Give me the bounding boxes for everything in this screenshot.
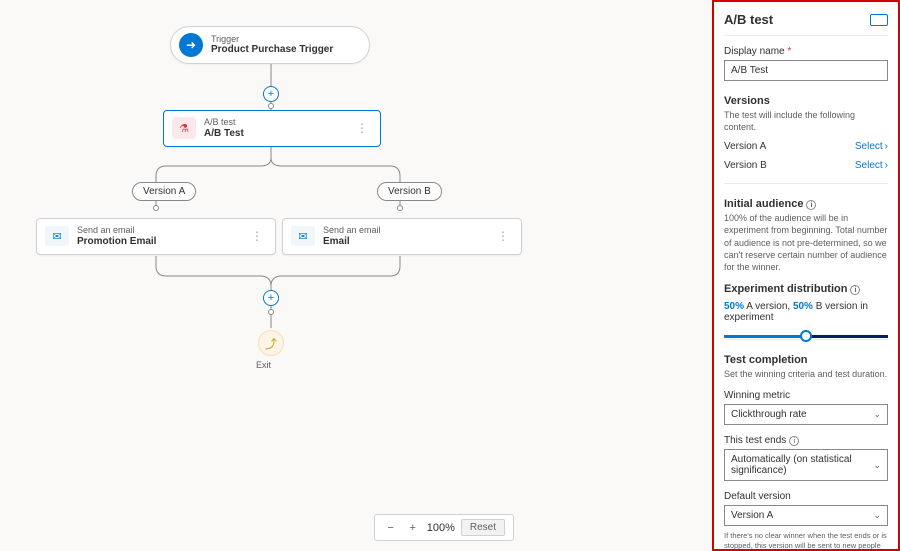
chevron-down-icon: ⌄ <box>873 409 881 420</box>
test-completion-heading: Test completion <box>724 354 888 366</box>
trigger-node[interactable]: ➜ Trigger Product Purchase Trigger <box>170 26 370 64</box>
zoom-in-button[interactable]: + <box>405 522 421 534</box>
winning-metric-select[interactable]: Clickthrough rate⌄ <box>724 404 888 425</box>
info-icon[interactable]: i <box>850 285 860 295</box>
abtest-title: A/B Test <box>204 128 244 140</box>
versions-heading: Versions <box>724 95 888 107</box>
test-ends-label: This test endsi <box>724 435 888 446</box>
initial-audience-text: 100% of the audience will be in experime… <box>724 212 888 273</box>
trigger-icon: ➜ <box>179 33 203 57</box>
display-name-label: Display name * <box>724 46 888 57</box>
exit-label: Exit <box>256 360 271 370</box>
initial-audience-heading: Initial audiencei <box>724 198 888 210</box>
version-b-select-link[interactable]: Select› <box>855 160 888 171</box>
branch-label-version-a[interactable]: Version A <box>132 182 196 201</box>
default-version-label: Default version <box>724 491 888 502</box>
default-version-select[interactable]: Version A⌄ <box>724 505 888 526</box>
abtest-node[interactable]: ⚗ A/B test A/B Test ⋮ <box>163 110 381 147</box>
zoom-toolbar: − + 100% Reset <box>374 514 514 541</box>
version-a-select-link[interactable]: Select› <box>855 141 888 152</box>
info-icon[interactable]: i <box>789 436 799 446</box>
chevron-down-icon: ⌄ <box>873 510 881 521</box>
email-node-b[interactable]: ✉ Send an email Email ⋮ <box>282 218 522 255</box>
chevron-down-icon: ⌄ <box>873 460 881 471</box>
test-ends-select[interactable]: Automatically (on statistical significan… <box>724 449 888 481</box>
email-b-title: Email <box>323 236 381 248</box>
properties-panel: A/B test Display name * Versions The tes… <box>712 0 900 551</box>
add-step-button-1[interactable]: + <box>263 86 279 102</box>
chevron-right-icon: › <box>885 160 888 171</box>
zoom-reset-button[interactable]: Reset <box>461 519 505 536</box>
test-completion-subtext: Set the winning criteria and test durati… <box>724 368 888 380</box>
flask-icon: ⚗ <box>172 117 196 139</box>
email-a-title: Promotion Email <box>77 236 156 248</box>
experiment-distribution-heading: Experiment distributioni <box>724 283 888 295</box>
zoom-out-button[interactable]: − <box>383 522 399 534</box>
panel-header-icon[interactable] <box>870 14 888 26</box>
info-icon[interactable]: i <box>806 200 816 210</box>
version-b-label: Version B <box>724 160 767 171</box>
email-a-more-icon[interactable]: ⋮ <box>247 229 267 243</box>
email-node-a[interactable]: ✉ Send an email Promotion Email ⋮ <box>36 218 276 255</box>
email-b-more-icon[interactable]: ⋮ <box>493 229 513 243</box>
add-step-button-2[interactable]: + <box>263 290 279 306</box>
slider-thumb[interactable] <box>800 330 812 342</box>
exit-icon: ⤴ <box>265 335 277 352</box>
branch-label-version-b[interactable]: Version B <box>377 182 442 201</box>
exit-node[interactable]: ⤴ <box>258 330 284 356</box>
versions-subtext: The test will include the following cont… <box>724 109 888 133</box>
abtest-more-icon[interactable]: ⋮ <box>352 121 372 135</box>
email-icon: ✉ <box>45 226 69 246</box>
distribution-summary: 50% A version, 50% B version in experime… <box>724 301 888 323</box>
default-version-footnote: If there's no clear winner when the test… <box>724 531 888 551</box>
journey-canvas[interactable]: ➜ Trigger Product Purchase Trigger + ⚗ A… <box>0 0 712 551</box>
abtest-subtitle: A/B test <box>204 117 244 128</box>
trigger-title: Product Purchase Trigger <box>211 44 333 56</box>
email-a-subtitle: Send an email <box>77 225 156 236</box>
zoom-percent: 100% <box>427 522 455 534</box>
chevron-right-icon: › <box>885 141 888 152</box>
email-b-subtitle: Send an email <box>323 225 381 236</box>
winning-metric-label: Winning metric <box>724 390 888 401</box>
display-name-input[interactable] <box>724 60 888 81</box>
trigger-subtitle: Trigger <box>211 34 333 45</box>
version-a-label: Version A <box>724 141 766 152</box>
panel-title: A/B test <box>724 12 773 27</box>
email-icon: ✉ <box>291 226 315 246</box>
